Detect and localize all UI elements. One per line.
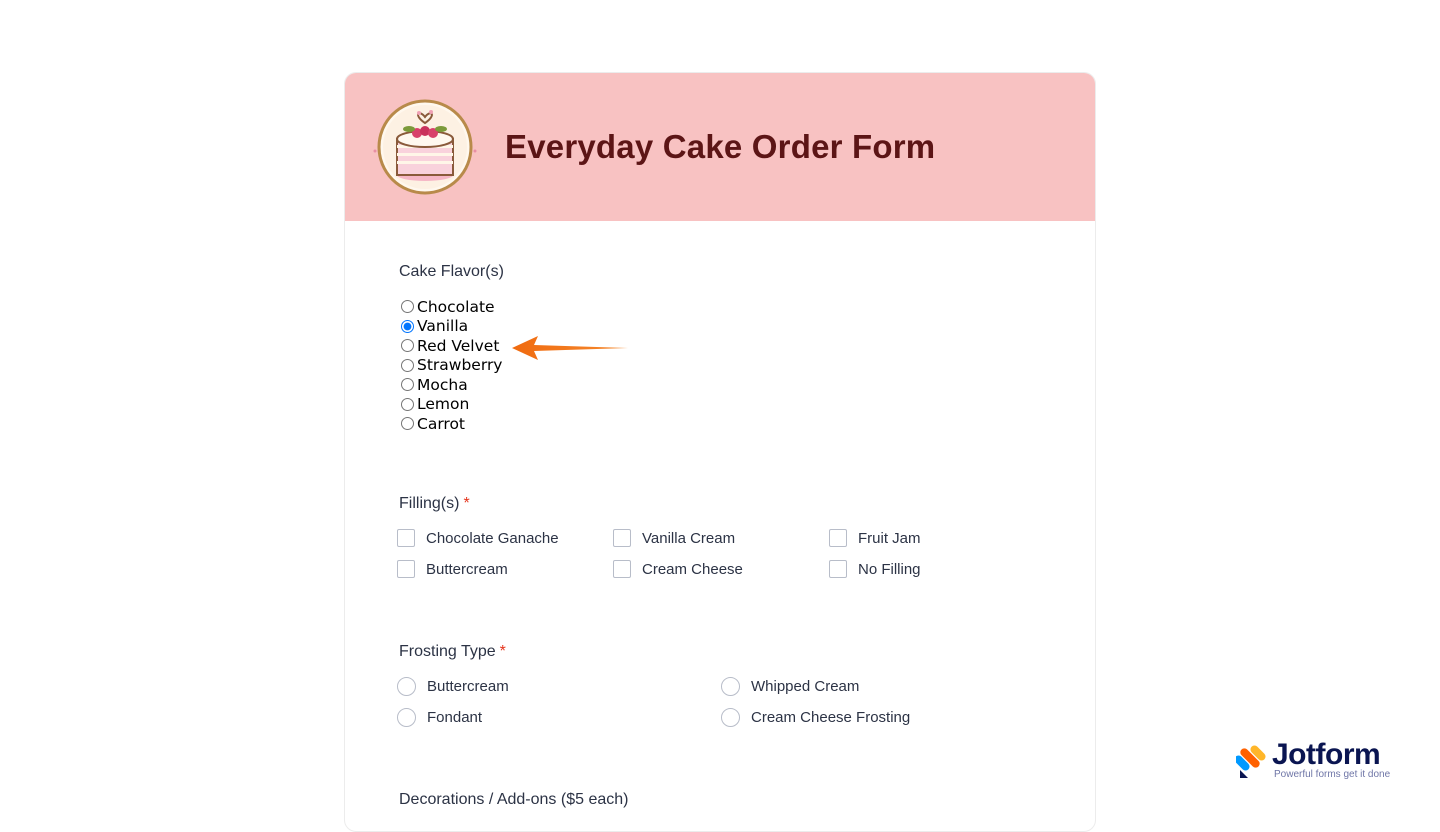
checkbox[interactable]	[397, 560, 415, 578]
required-mark: *	[463, 495, 470, 512]
decorations-label: Decorations / Add-ons ($5 each)	[399, 791, 629, 808]
form-card: Everyday Cake Order Form Cake Flavor(s) …	[344, 72, 1096, 832]
filling-label: Filling(s) *	[399, 495, 470, 512]
flavor-radio-mocha[interactable]	[401, 378, 414, 392]
form-title: Everyday Cake Order Form	[505, 128, 936, 165]
jotform-text: Jotform Powerful forms get it done	[1272, 738, 1390, 780]
frosting-option-whipped-cream[interactable]: Whipped Cream	[721, 677, 859, 696]
flavor-radio-strawberry[interactable]	[401, 358, 414, 372]
radio-circle[interactable]	[721, 708, 740, 727]
checkbox[interactable]	[829, 560, 847, 578]
cake-logo-icon	[373, 99, 477, 195]
filling-option-buttercream[interactable]: Buttercream	[397, 560, 508, 578]
flavor-radio-red-velvet[interactable]	[401, 339, 414, 353]
form-header: Everyday Cake Order Form	[345, 73, 1095, 221]
required-mark: *	[499, 643, 506, 660]
frosting-option-cream-cheese-frosting[interactable]: Cream Cheese Frosting	[721, 708, 910, 727]
checkbox[interactable]	[613, 529, 631, 547]
filling-option-no-filling[interactable]: No Filling	[829, 560, 921, 578]
checkbox[interactable]	[397, 529, 415, 547]
checkbox[interactable]	[613, 560, 631, 578]
filling-option-cream-cheese[interactable]: Cream Cheese	[613, 560, 743, 578]
flavor-label: Cake Flavor(s)	[399, 263, 504, 280]
radio-circle[interactable]	[721, 677, 740, 696]
arrow-left-icon	[512, 336, 628, 360]
flavor-option-strawberry[interactable]: Strawberry	[401, 356, 503, 376]
filling-option-fruit-jam[interactable]: Fruit Jam	[829, 529, 921, 547]
radio-circle[interactable]	[397, 677, 416, 696]
jotform-name: Jotform	[1272, 738, 1381, 771]
flavor-radio-chocolate[interactable]	[401, 300, 414, 314]
flavor-radio-vanilla[interactable]	[401, 319, 414, 333]
flavor-option-carrot[interactable]: Carrot	[401, 414, 503, 434]
checkbox[interactable]	[829, 529, 847, 547]
radio-circle[interactable]	[397, 708, 416, 727]
flavor-option-lemon[interactable]: Lemon	[401, 395, 503, 415]
jotform-logo-icon	[1236, 745, 1266, 778]
filling-option-vanilla-cream[interactable]: Vanilla Cream	[613, 529, 735, 547]
flavor-option-mocha[interactable]: Mocha	[401, 375, 503, 395]
jotform-tagline: Powerful forms get it done	[1274, 769, 1391, 780]
flavor-option-red-velvet[interactable]: Red Velvet	[401, 336, 503, 356]
flavor-option-chocolate[interactable]: Chocolate	[401, 297, 503, 317]
flavor-radio-list: Chocolate Vanilla Red Velvet Strawberry …	[401, 297, 503, 434]
flavor-radio-carrot[interactable]	[401, 417, 414, 431]
filling-option-chocolate-ganache[interactable]: Chocolate Ganache	[397, 529, 559, 547]
frosting-option-fondant[interactable]: Fondant	[397, 708, 482, 727]
frosting-label: Frosting Type *	[399, 643, 506, 660]
flavor-option-vanilla[interactable]: Vanilla	[401, 317, 503, 337]
jotform-branding[interactable]: Jotform Powerful forms get it done	[1236, 738, 1416, 792]
flavor-radio-lemon[interactable]	[401, 397, 414, 411]
frosting-option-buttercream[interactable]: Buttercream	[397, 677, 509, 696]
